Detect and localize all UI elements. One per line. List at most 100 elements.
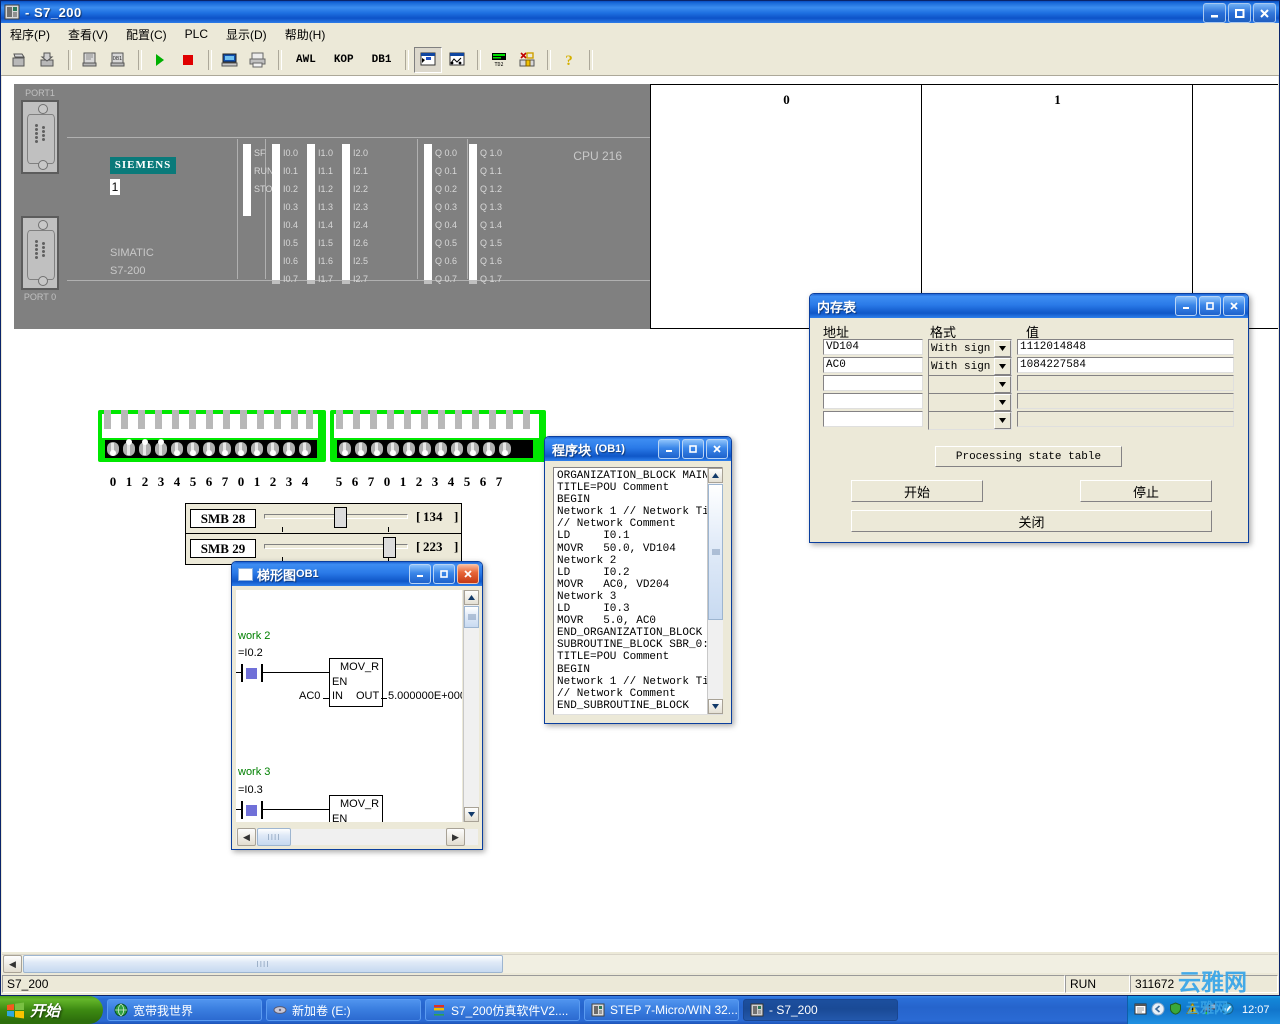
stop-button[interactable]: 停止	[1080, 480, 1212, 502]
stop-icon[interactable]	[175, 48, 201, 72]
port0-connector[interactable]	[21, 216, 59, 290]
back-icon[interactable]	[1151, 1002, 1165, 1019]
ladder-minimize-button[interactable]	[409, 564, 431, 584]
address-input-3[interactable]	[823, 393, 923, 409]
format-select-0[interactable]: With sign	[928, 339, 1012, 358]
chevron-down-icon[interactable]	[994, 394, 1011, 411]
taskbar-item-s7200-sim[interactable]: S7_200仿真软件V2....	[425, 999, 580, 1021]
terminal-switch[interactable]	[138, 439, 152, 457]
shield-icon[interactable]	[1169, 1002, 1182, 1018]
calendar-icon[interactable]	[1134, 1002, 1147, 1018]
smb28-slider[interactable]	[260, 505, 410, 532]
network-icon[interactable]	[1203, 1002, 1217, 1018]
menu-item-config[interactable]: 配置(C)	[117, 24, 176, 45]
ladder-scrollbar-thumb[interactable]	[464, 606, 479, 628]
start-button[interactable]: 开始	[851, 480, 983, 502]
awl-button[interactable]: AWL	[296, 54, 316, 66]
password-icon[interactable]	[514, 48, 540, 72]
run-icon[interactable]	[147, 48, 173, 72]
scroll-down-icon[interactable]	[708, 699, 723, 714]
menu-item-help[interactable]: 帮助(H)	[276, 24, 335, 45]
scroll-right-icon[interactable]: ▶	[446, 828, 465, 846]
menu-item-view[interactable]: 查看(V)	[59, 24, 117, 45]
value-input-3[interactable]	[1017, 393, 1234, 409]
terminal-switch[interactable]	[466, 441, 480, 457]
terminal-switch[interactable]	[338, 441, 352, 457]
program-block-minimize-button[interactable]	[658, 439, 680, 459]
chevron-down-icon[interactable]	[994, 412, 1011, 429]
scroll-down-icon[interactable]	[464, 807, 479, 822]
program-block-close-button[interactable]	[706, 439, 728, 459]
terminal-switch[interactable]	[418, 441, 432, 457]
memory-table-close-button[interactable]	[1223, 296, 1245, 316]
terminal-switch[interactable]	[234, 441, 248, 457]
format-select-2[interactable]	[928, 375, 1012, 394]
antivirus-icon[interactable]	[1221, 1002, 1234, 1018]
ladder-maximize-button[interactable]	[433, 564, 455, 584]
scroll-left-icon[interactable]: ◀	[237, 828, 256, 846]
format-select-1[interactable]: With sign	[928, 357, 1012, 376]
address-input-4[interactable]	[823, 411, 923, 427]
ladder-vertical-scrollbar[interactable]	[463, 590, 479, 822]
minimize-button[interactable]	[1203, 3, 1226, 23]
program-vertical-scrollbar[interactable]	[707, 468, 723, 714]
ladder-canvas[interactable]: work 2 =I0.2 MOV_R EN IN OUT AC0 5.00000…	[236, 590, 462, 822]
menu-item-plc[interactable]: PLC	[176, 25, 217, 43]
value-input-0[interactable]: 1112014848	[1017, 339, 1234, 355]
menu-item-program[interactable]: 程序(P)	[1, 24, 59, 45]
warning-icon[interactable]	[1186, 1001, 1199, 1018]
ladder-view-icon[interactable]	[414, 47, 443, 73]
ladder-hscroll-thumb[interactable]: IIII	[257, 828, 291, 846]
trend-view-icon[interactable]	[444, 48, 470, 72]
terminal-switch[interactable]	[266, 441, 280, 457]
program-code-text[interactable]: ORGANIZATION_BLOCK MAIN: TITLE=POU Comme…	[553, 467, 723, 715]
terminal-switch[interactable]	[386, 441, 400, 457]
terminal-switch[interactable]	[282, 441, 296, 457]
print-icon[interactable]	[245, 48, 271, 72]
scrollbar-thumb[interactable]: IIII	[23, 955, 503, 973]
terminal-switch[interactable]	[186, 441, 200, 457]
value-input-1[interactable]: 1084227584	[1017, 357, 1234, 373]
start-button[interactable]: 开始	[0, 996, 103, 1024]
terminal-switch[interactable]	[402, 441, 416, 457]
terminal-switch[interactable]	[250, 441, 264, 457]
terminal-switch[interactable]	[450, 441, 464, 457]
terminal-switch[interactable]	[370, 441, 384, 457]
save-icon[interactable]	[35, 48, 61, 72]
ladder-close-button[interactable]	[457, 564, 479, 584]
taskbar-item-step7[interactable]: STEP 7-Micro/WIN 32...	[584, 999, 739, 1021]
format-select-3[interactable]	[928, 393, 1012, 412]
program-scrollbar-thumb[interactable]	[708, 484, 723, 620]
smb29-slider[interactable]	[260, 535, 410, 562]
td200-icon[interactable]: TD2	[486, 48, 512, 72]
value-input-4[interactable]	[1017, 411, 1234, 427]
contact-0[interactable]	[241, 664, 263, 682]
close-button[interactable]	[1253, 3, 1276, 23]
help-icon[interactable]: ?	[556, 48, 582, 72]
terminal-switch[interactable]	[218, 441, 232, 457]
address-input-2[interactable]	[823, 375, 923, 391]
chevron-down-icon[interactable]	[994, 358, 1011, 375]
maximize-button[interactable]	[1228, 3, 1251, 23]
memory-table-minimize-button[interactable]	[1175, 296, 1197, 316]
terminal-switch[interactable]	[106, 441, 120, 457]
address-input-1[interactable]: AC0	[823, 357, 923, 373]
terminal-switch[interactable]	[354, 441, 368, 457]
scroll-up-icon[interactable]	[708, 468, 723, 483]
horizontal-scrollbar[interactable]: ◀ IIII	[2, 954, 1278, 973]
kop-button[interactable]: KOP	[334, 54, 354, 66]
format-select-4[interactable]	[928, 411, 1012, 430]
chevron-down-icon[interactable]	[994, 340, 1011, 357]
port1-connector[interactable]	[21, 100, 59, 174]
taskbar-item-drive[interactable]: 新加卷 (E:)	[266, 999, 421, 1021]
terminal-switch[interactable]	[498, 441, 512, 457]
terminal-switch[interactable]	[122, 439, 136, 457]
plc-to-pc-icon[interactable]	[217, 48, 243, 72]
taskbar-item-s7200-active[interactable]: - S7_200	[743, 999, 898, 1021]
chevron-down-icon[interactable]	[994, 376, 1011, 393]
terminal-switch[interactable]	[202, 441, 216, 457]
address-input-0[interactable]: VD104	[823, 339, 923, 355]
terminal-switch[interactable]	[154, 439, 168, 457]
ladder-horizontal-scrollbar[interactable]: ◀ IIII ▶	[236, 828, 478, 846]
scroll-left-icon[interactable]: ◀	[3, 955, 22, 973]
